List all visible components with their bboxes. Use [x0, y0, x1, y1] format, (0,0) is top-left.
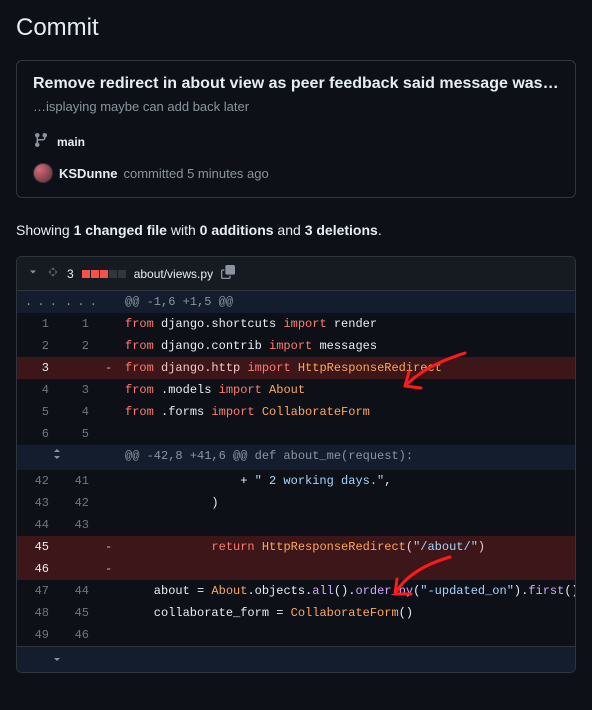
diff-line: 65 — [17, 423, 575, 445]
diff-container: 3 about/views.py @@ -1,6 +1,5 @@11 from … — [16, 256, 576, 673]
hunk-expand[interactable] — [57, 291, 97, 313]
diff-table: @@ -1,6 +1,5 @@11 from django.shortcuts … — [17, 291, 575, 672]
commit-header-box: Remove redirect in about view as peer fe… — [16, 60, 576, 198]
copy-icon[interactable] — [221, 265, 235, 282]
new-line-number[interactable]: 4 — [57, 401, 97, 423]
old-line-number[interactable]: 47 — [17, 580, 57, 602]
new-line-number[interactable]: 5 — [57, 423, 97, 445]
changes-summary: Showing 1 changed file with 0 additions … — [0, 206, 592, 248]
hunk-header: @@ -1,6 +1,5 @@ — [17, 291, 575, 313]
old-line-number[interactable]: 45 — [17, 536, 57, 558]
commit-title: Remove redirect in about view as peer fe… — [33, 75, 559, 93]
code-cell: ) — [117, 492, 575, 514]
diff-marker — [97, 624, 117, 647]
chevron-down-icon[interactable] — [27, 266, 39, 281]
old-line-number[interactable]: 48 — [17, 602, 57, 624]
old-line-number[interactable]: 4 — [17, 379, 57, 401]
code-cell: from django.shortcuts import render — [117, 313, 575, 335]
new-line-number[interactable] — [57, 357, 97, 379]
diff-line: 11 from django.shortcuts import render — [17, 313, 575, 335]
page-title: Commit — [0, 0, 592, 52]
old-line-number[interactable]: 42 — [17, 470, 57, 492]
code-cell: collaborate_form = CollaborateForm() — [117, 602, 575, 624]
diff-line: 4845 collaborate_form = CollaborateForm(… — [17, 602, 575, 624]
branch-name[interactable]: main — [57, 135, 85, 149]
file-path[interactable]: about/views.py — [134, 267, 213, 281]
code-cell — [117, 423, 575, 445]
code-cell: + " 2 working days.", — [117, 470, 575, 492]
expand-footer[interactable] — [17, 647, 575, 673]
old-line-number[interactable]: 6 — [17, 423, 57, 445]
new-line-number[interactable]: 43 — [57, 514, 97, 536]
diff-marker: - — [97, 536, 117, 558]
code-cell: from django.contrib import messages — [117, 335, 575, 357]
new-line-number[interactable]: 1 — [57, 313, 97, 335]
code-cell — [117, 624, 575, 647]
git-branch-icon — [33, 132, 49, 151]
old-line-number[interactable]: 43 — [17, 492, 57, 514]
new-line-number[interactable]: 42 — [57, 492, 97, 514]
code-cell: from .models import About — [117, 379, 575, 401]
new-line-number[interactable]: 41 — [57, 470, 97, 492]
diff-count: 3 — [67, 267, 74, 281]
diff-marker — [97, 580, 117, 602]
commit-body: …isplaying maybe can add back later — [33, 99, 559, 114]
avatar[interactable] — [33, 163, 53, 183]
diff-line: 22 from django.contrib import messages — [17, 335, 575, 357]
diff-marker: - — [97, 357, 117, 379]
code-cell: from django.http import HttpResponseRedi… — [117, 357, 575, 379]
file-header: 3 about/views.py — [17, 257, 575, 291]
old-line-number[interactable]: 5 — [17, 401, 57, 423]
author-row: KSDunne committed 5 minutes ago — [33, 163, 559, 183]
drag-icon[interactable] — [47, 266, 59, 281]
old-line-number[interactable]: 49 — [17, 624, 57, 647]
new-line-number[interactable]: 45 — [57, 602, 97, 624]
new-line-number[interactable]: 44 — [57, 580, 97, 602]
diff-marker: - — [97, 558, 117, 580]
new-line-number[interactable] — [57, 536, 97, 558]
diff-marker — [97, 379, 117, 401]
diff-marker — [97, 492, 117, 514]
new-line-number[interactable]: 2 — [57, 335, 97, 357]
old-line-number[interactable]: 1 — [17, 313, 57, 335]
diff-marker — [97, 335, 117, 357]
diff-line: 4443 — [17, 514, 575, 536]
code-cell: about = About.objects.all().order_by("-u… — [117, 580, 575, 602]
hunk-expand[interactable] — [17, 291, 57, 313]
new-line-number[interactable]: 3 — [57, 379, 97, 401]
old-line-number[interactable]: 44 — [17, 514, 57, 536]
old-line-number[interactable]: 3 — [17, 357, 57, 379]
old-line-number[interactable]: 2 — [17, 335, 57, 357]
old-line-number[interactable]: 46 — [17, 558, 57, 580]
diff-marker — [97, 401, 117, 423]
diff-marker — [97, 514, 117, 536]
code-cell: return HttpResponseRedirect("/about/") — [117, 536, 575, 558]
diff-marker — [97, 313, 117, 335]
diff-line: 4744 about = About.objects.all().order_b… — [17, 580, 575, 602]
branch-row: main — [33, 132, 559, 151]
new-line-number[interactable] — [57, 558, 97, 580]
code-cell: from .forms import CollaborateForm — [117, 401, 575, 423]
new-line-number[interactable]: 46 — [57, 624, 97, 647]
diff-line: 46 - — [17, 558, 575, 580]
code-cell — [117, 514, 575, 536]
author-name[interactable]: KSDunne — [59, 166, 118, 181]
diff-squares — [82, 270, 126, 278]
hunk-expand[interactable] — [17, 445, 97, 470]
commit-time: committed 5 minutes ago — [124, 166, 269, 181]
diff-line: 45 - return HttpResponseRedirect("/about/… — [17, 536, 575, 558]
diff-line: 54 from .forms import CollaborateForm — [17, 401, 575, 423]
diff-line: 4946 — [17, 624, 575, 647]
code-cell — [117, 558, 575, 580]
diff-marker — [97, 602, 117, 624]
hunk-header: @@ -42,8 +41,6 @@ def about_me(request): — [17, 445, 575, 470]
diff-marker — [97, 470, 117, 492]
diff-marker — [97, 423, 117, 445]
diff-line: 3 -from django.http import HttpResponseRe… — [17, 357, 575, 379]
diff-line: 4342 ) — [17, 492, 575, 514]
diff-line: 43 from .models import About — [17, 379, 575, 401]
diff-line: 4241 + " 2 working days.", — [17, 470, 575, 492]
